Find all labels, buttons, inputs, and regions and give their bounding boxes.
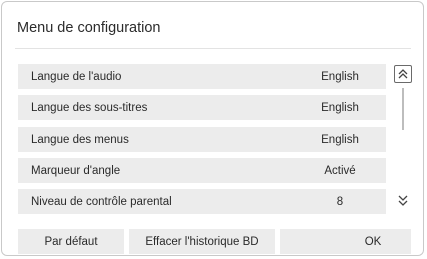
- setting-label: Langue des sous-titres: [31, 101, 148, 114]
- setting-label: Langue des menus: [31, 133, 129, 146]
- setting-row-audio-language[interactable]: Langue de l'audio English: [18, 64, 386, 89]
- setting-value: 8: [336, 195, 344, 208]
- setting-label: Marqueur d'angle: [31, 164, 121, 177]
- setting-row-subtitle-language[interactable]: Langue des sous-titres English: [18, 95, 386, 120]
- dialog-title: Menu de configuration: [17, 20, 161, 36]
- setting-value: English: [321, 133, 359, 146]
- default-button[interactable]: Par défaut: [18, 229, 124, 254]
- setting-value: English: [321, 70, 359, 83]
- scroll-down-button[interactable]: [396, 191, 410, 209]
- scroll-up-button[interactable]: [394, 65, 412, 83]
- setting-row-menu-language[interactable]: Langue des menus English: [18, 127, 386, 152]
- setting-row-parental-level[interactable]: Niveau de contrôle parental 8: [18, 189, 386, 214]
- setting-label: Niveau de contrôle parental: [31, 195, 172, 208]
- double-chevron-down-icon: [398, 195, 408, 206]
- clear-bd-history-button[interactable]: Effacer l'historique BD: [129, 229, 275, 254]
- setting-label: Langue de l'audio: [31, 70, 122, 83]
- setting-value: English: [321, 101, 359, 114]
- ok-button[interactable]: OK: [280, 229, 411, 254]
- scrollbar-thumb[interactable]: [402, 88, 404, 130]
- double-chevron-up-icon: [398, 69, 408, 79]
- title-divider: [15, 48, 411, 49]
- setting-row-angle-marker[interactable]: Marqueur d'angle Activé: [18, 158, 386, 183]
- setting-value: Activé: [324, 164, 356, 177]
